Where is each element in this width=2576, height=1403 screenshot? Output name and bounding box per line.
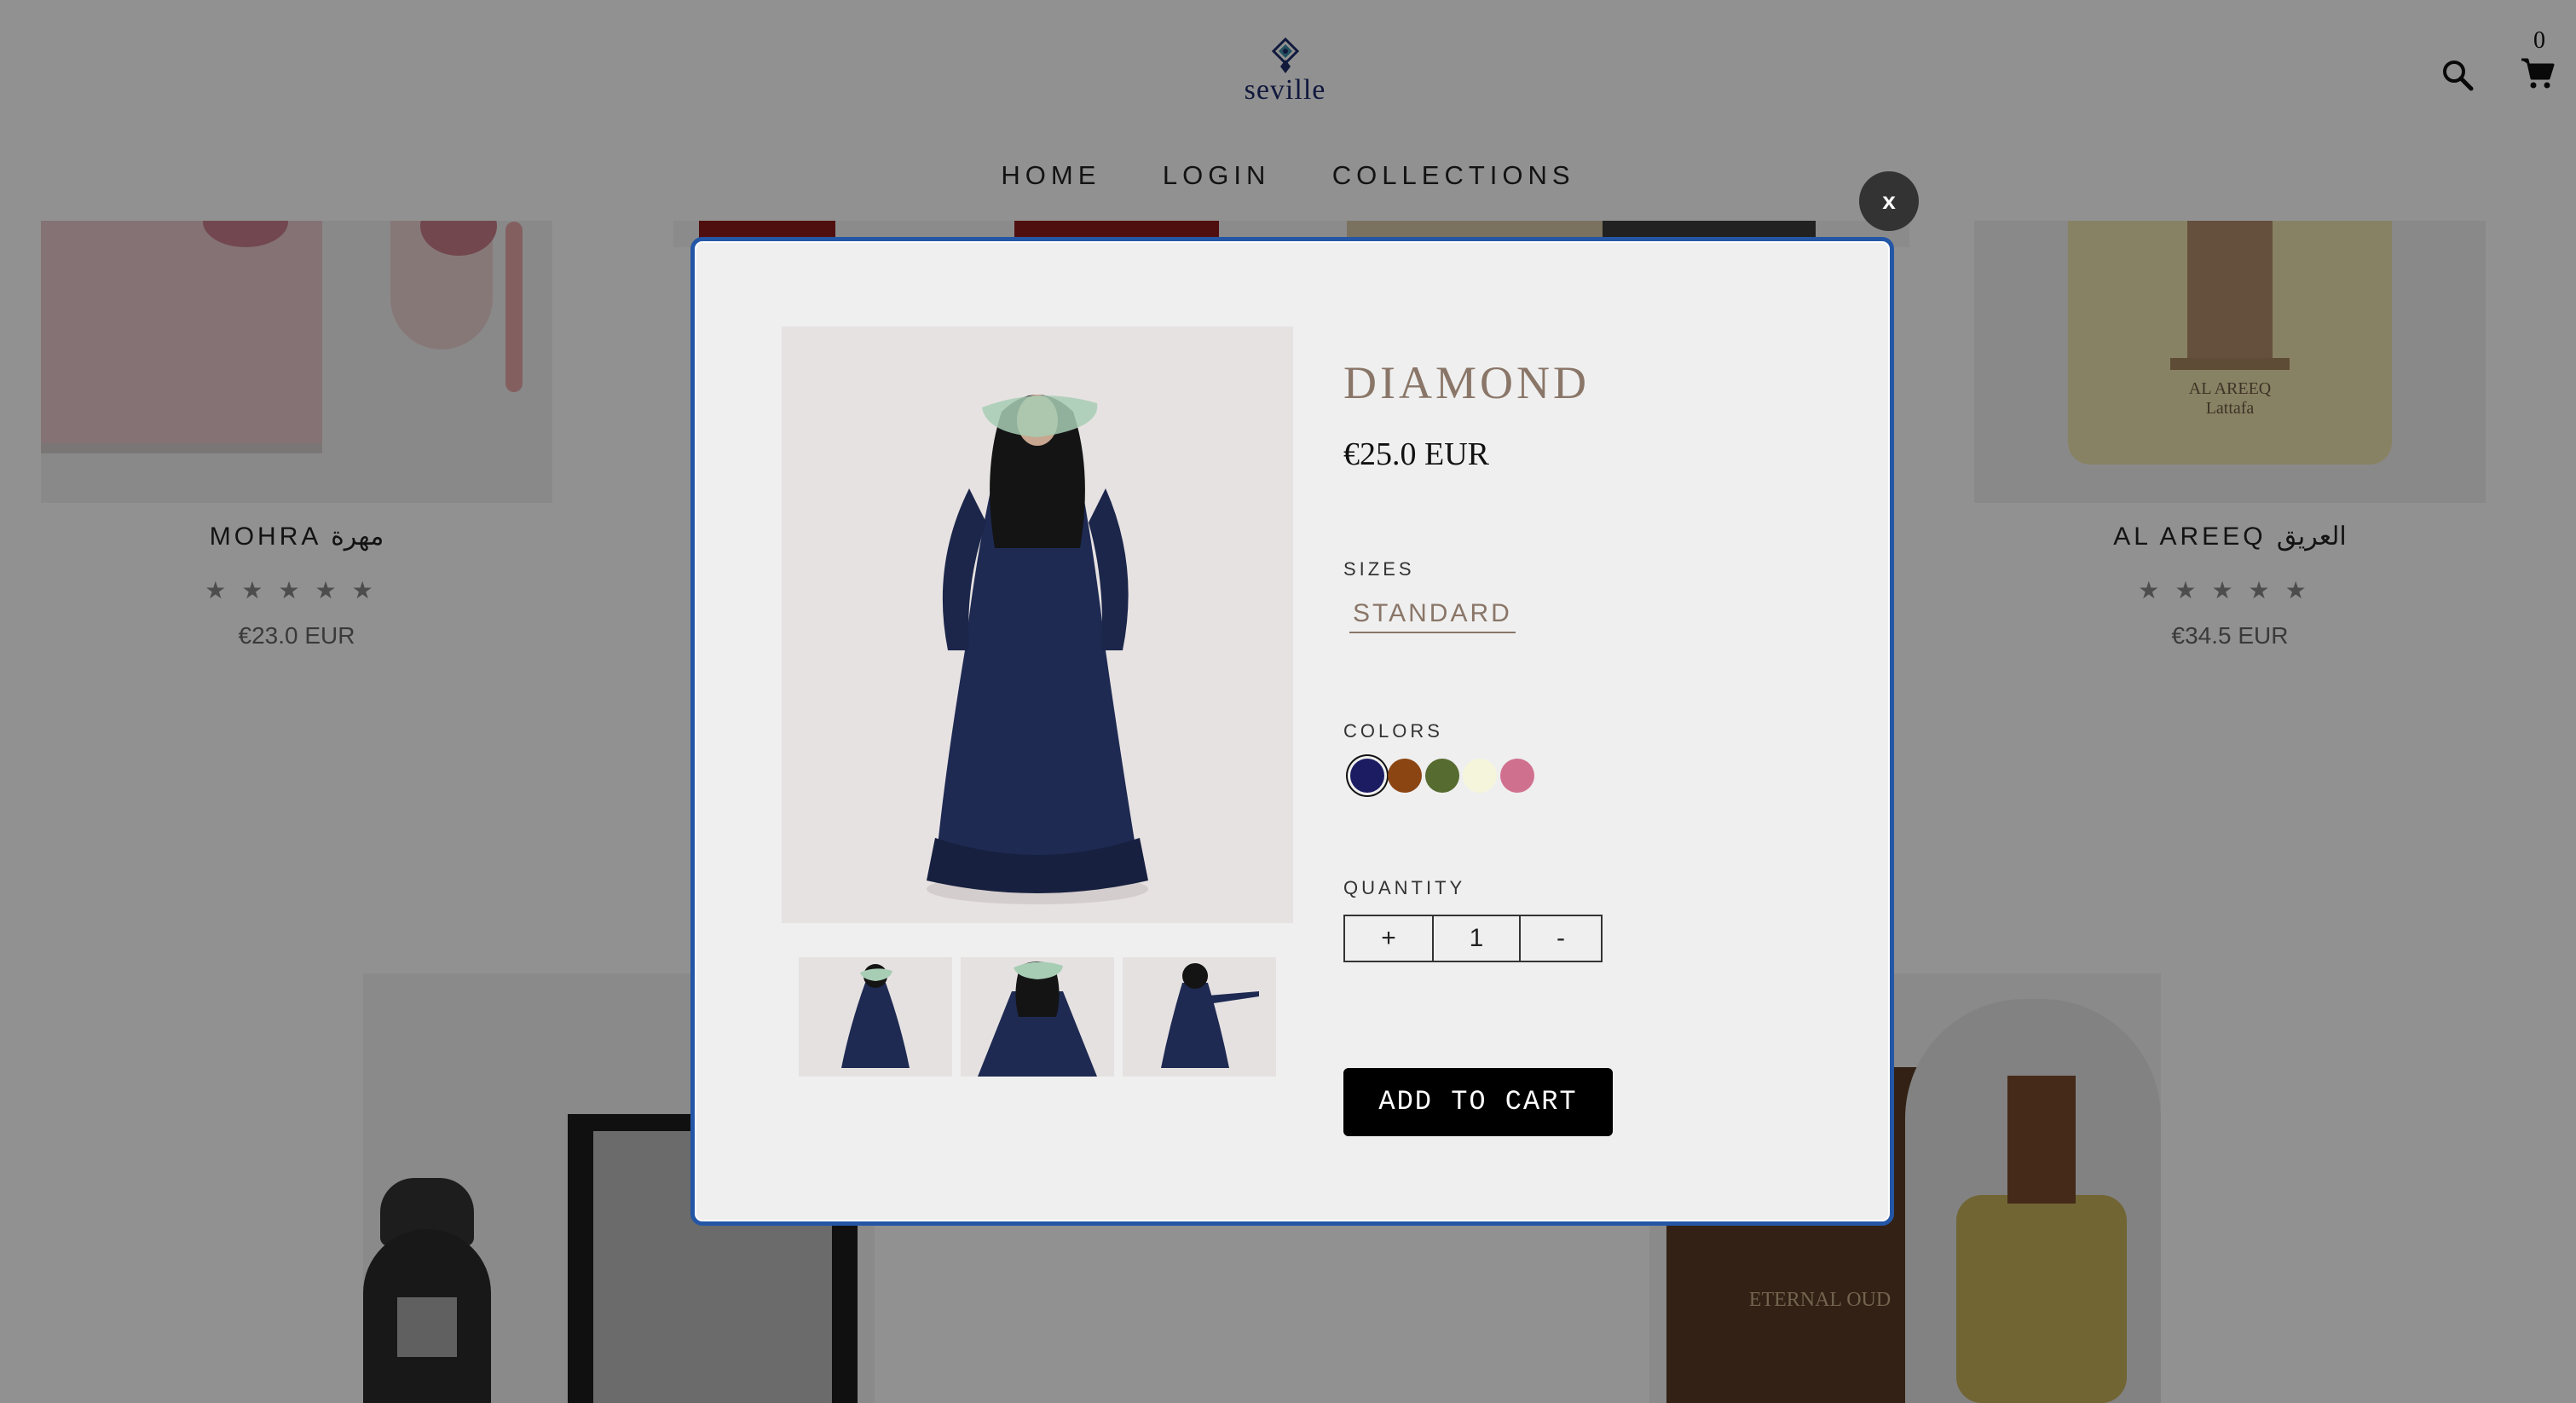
sizes-label: SIZES xyxy=(1343,558,1415,580)
quantity-decrement-button[interactable]: - xyxy=(1519,915,1603,962)
quantity-input[interactable]: 1 xyxy=(1432,915,1521,962)
model-figure-image xyxy=(782,326,1293,923)
product-thumbnail-3[interactable] xyxy=(1123,957,1276,1077)
thumbnail-image-2 xyxy=(961,957,1114,1077)
product-thumbnail-1[interactable] xyxy=(799,957,952,1077)
quantity-label: QUANTITY xyxy=(1343,877,1466,898)
color-swatch-5[interactable] xyxy=(1500,759,1534,793)
color-swatch-1[interactable] xyxy=(1350,759,1384,793)
add-to-cart-button[interactable]: ADD TO CART xyxy=(1343,1068,1613,1136)
thumbnail-image-1 xyxy=(799,957,952,1077)
thumbnail-image-3 xyxy=(1123,957,1276,1077)
color-swatch-2[interactable] xyxy=(1388,759,1422,793)
product-price: €25.0 EUR xyxy=(1343,436,1489,472)
product-thumbnail-2[interactable] xyxy=(961,957,1114,1077)
quantity-increment-button[interactable]: + xyxy=(1343,915,1434,962)
product-title: DIAMOND xyxy=(1343,357,1590,408)
size-option-standard[interactable]: STANDARD xyxy=(1349,599,1516,633)
color-swatch-3[interactable] xyxy=(1425,759,1459,793)
close-button[interactable]: x xyxy=(1859,171,1919,231)
product-main-image[interactable] xyxy=(782,326,1293,923)
colors-label: COLORS xyxy=(1343,720,1443,742)
color-swatch-4[interactable] xyxy=(1463,759,1497,793)
quick-view-modal: DIAMOND €25.0 EUR SIZES STANDARD COLORS … xyxy=(690,237,1894,1226)
